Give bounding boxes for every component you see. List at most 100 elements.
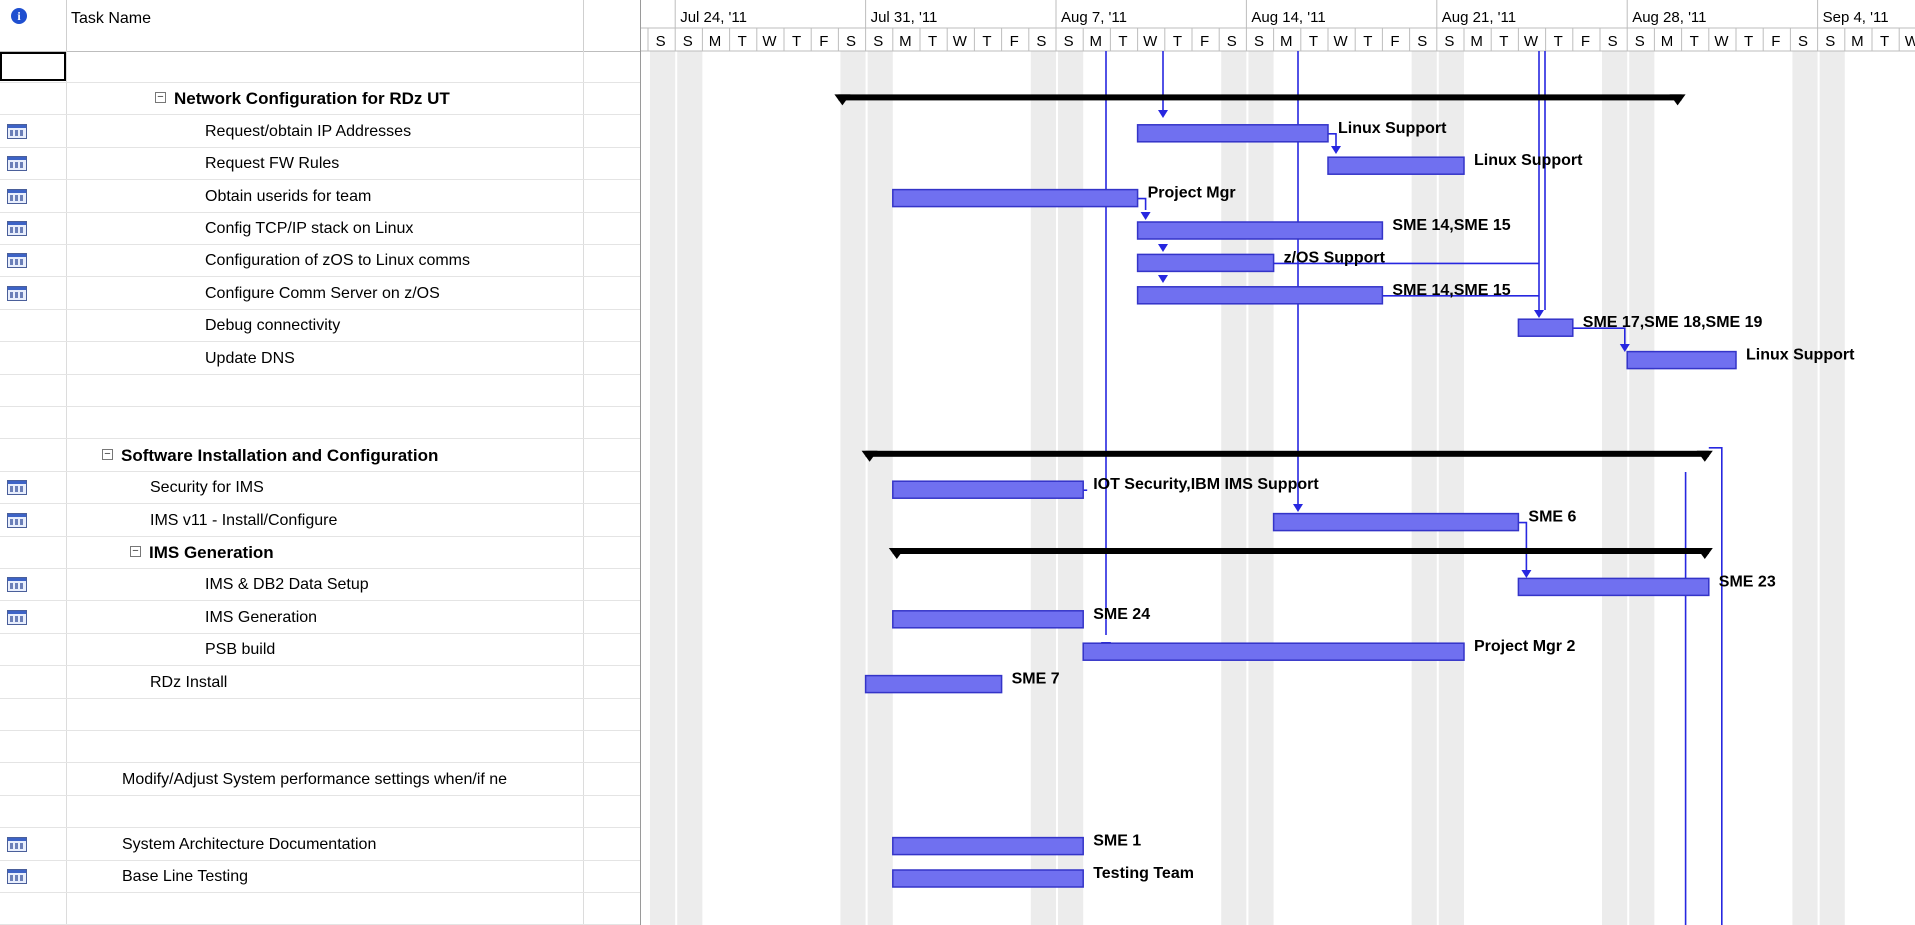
task-row[interactable]: Modify/Adjust System performance setting… xyxy=(0,764,640,796)
task-notes-icon[interactable] xyxy=(7,480,27,496)
task-bar[interactable] xyxy=(1272,512,1520,532)
task-row[interactable]: Request FW Rules xyxy=(0,148,640,181)
task-name[interactable]: Debug connectivity xyxy=(205,317,340,335)
task-notes-icon[interactable] xyxy=(7,188,27,204)
task-bar[interactable] xyxy=(892,610,1084,629)
task-bar[interactable] xyxy=(1136,124,1329,143)
task-row[interactable]: System Architecture Documentation xyxy=(0,829,640,861)
task-name[interactable]: RDz Install xyxy=(150,674,227,692)
resource-label: Project Mgr 2 xyxy=(1474,638,1575,655)
task-notes-icon[interactable] xyxy=(7,869,27,884)
task-notes-icon[interactable] xyxy=(7,123,27,139)
task-notes-icon[interactable] xyxy=(7,221,27,236)
task-bar[interactable] xyxy=(864,674,1003,694)
task-bar[interactable] xyxy=(892,188,1139,208)
indicators-column-header[interactable]: i xyxy=(0,0,67,51)
day-letter: S xyxy=(1254,33,1264,50)
dependency-arrow xyxy=(1158,244,1168,252)
task-row[interactable]: IMS v11 - Install/Configure xyxy=(0,505,640,537)
task-row[interactable] xyxy=(0,375,640,407)
task-row[interactable] xyxy=(0,407,640,440)
selected-cell[interactable] xyxy=(0,52,66,81)
task-row[interactable] xyxy=(0,731,640,764)
task-row[interactable] xyxy=(0,51,640,83)
day-letter: S xyxy=(1608,33,1618,50)
collapse-toggle-icon[interactable]: − xyxy=(155,92,166,104)
task-name[interactable]: IMS & DB2 Data Setup xyxy=(205,576,369,594)
task-name[interactable]: Configuration of zOS to Linux comms xyxy=(205,252,470,270)
task-bar[interactable] xyxy=(1626,350,1737,370)
task-name[interactable]: System Architecture Documentation xyxy=(122,836,376,854)
dependency-arrow xyxy=(1521,570,1532,578)
task-bar[interactable] xyxy=(1517,577,1710,597)
summary-bar[interactable] xyxy=(865,450,1709,457)
task-row[interactable]: − IMS Generation xyxy=(0,537,640,569)
task-row[interactable]: Base Line Testing xyxy=(0,861,640,893)
task-bar[interactable] xyxy=(1136,286,1384,305)
task-notes-icon[interactable] xyxy=(7,609,27,625)
task-notes-icon[interactable] xyxy=(7,253,27,269)
task-row[interactable]: IMS & DB2 Data Setup xyxy=(0,569,640,602)
weekend-shading xyxy=(1819,51,1845,925)
task-name[interactable]: Config TCP/IP stack on Linux xyxy=(205,220,413,238)
task-notes-icon[interactable] xyxy=(7,577,27,593)
task-name[interactable]: Update DNS xyxy=(205,350,295,368)
task-name[interactable]: Modify/Adjust System performance setting… xyxy=(122,771,507,789)
task-name[interactable]: Obtain userids for team xyxy=(205,188,371,206)
task-row[interactable]: PSB build xyxy=(0,634,640,667)
task-row[interactable]: RDz Install xyxy=(0,667,640,699)
task-table: i Task Name − Network Configuration for R… xyxy=(0,0,641,925)
collapse-toggle-icon[interactable]: − xyxy=(102,448,113,460)
task-row[interactable] xyxy=(0,796,640,829)
task-row[interactable]: IMS Generation xyxy=(0,602,640,634)
task-notes-icon[interactable] xyxy=(7,285,27,301)
task-row[interactable] xyxy=(0,699,640,731)
summary-task-name[interactable]: IMS Generation xyxy=(149,543,274,563)
task-name[interactable]: PSB build xyxy=(205,641,275,659)
task-bar[interactable] xyxy=(892,836,1084,856)
task-notes-icon[interactable] xyxy=(7,156,27,172)
task-row[interactable]: Security for IMS xyxy=(0,472,640,505)
task-row[interactable]: Config TCP/IP stack on Linux xyxy=(0,213,640,245)
task-row[interactable]: − Network Configuration for RDz UT xyxy=(0,83,640,116)
task-bar[interactable] xyxy=(1082,642,1465,661)
task-bar[interactable] xyxy=(1327,156,1465,175)
task-row[interactable]: Configure Comm Server on z/OS xyxy=(0,278,640,310)
task-name[interactable]: Security for IMS xyxy=(150,479,264,497)
task-row[interactable]: Obtain userids for team xyxy=(0,181,640,213)
task-name[interactable]: IMS v11 - Install/Configure xyxy=(150,512,337,530)
task-bar[interactable] xyxy=(1136,221,1384,240)
task-row[interactable]: Configuration of zOS to Linux comms xyxy=(0,245,640,278)
day-letter: S xyxy=(846,33,856,50)
day-letter: M xyxy=(1661,33,1674,50)
task-row[interactable]: − Software Installation and Configuration xyxy=(0,440,640,472)
task-row[interactable]: Debug connectivity xyxy=(0,310,640,343)
task-name[interactable]: Request FW Rules xyxy=(205,155,339,173)
weekend-shading xyxy=(1792,51,1818,925)
summary-bar[interactable] xyxy=(892,548,1709,554)
task-name[interactable]: Configure Comm Server on z/OS xyxy=(205,285,440,303)
task-name-column-header[interactable]: Task Name xyxy=(71,10,151,28)
task-name[interactable]: IMS Generation xyxy=(205,609,317,627)
task-name[interactable]: Base Line Testing xyxy=(122,868,248,886)
resource-label: SME 1 xyxy=(1093,833,1141,850)
summary-bar[interactable] xyxy=(838,94,1682,101)
dependency-arrow xyxy=(1293,504,1303,512)
day-letter: M xyxy=(1851,33,1864,50)
task-row[interactable] xyxy=(0,893,640,925)
summary-task-name[interactable]: Network Configuration for RDz UT xyxy=(174,89,450,109)
task-bar[interactable] xyxy=(1517,318,1574,337)
task-row[interactable]: Request/obtain IP Addresses xyxy=(0,116,640,148)
task-bar[interactable] xyxy=(892,480,1084,499)
task-name[interactable]: Request/obtain IP Addresses xyxy=(205,123,411,141)
summary-task-name[interactable]: Software Installation and Configuration xyxy=(121,446,438,466)
day-letter: F xyxy=(1771,33,1780,50)
task-notes-icon[interactable] xyxy=(7,836,27,852)
task-row[interactable]: Update DNS xyxy=(0,343,640,375)
week-label: Aug 14, '11 xyxy=(1251,9,1325,26)
task-notes-icon[interactable] xyxy=(7,512,27,528)
task-bar[interactable] xyxy=(1136,253,1275,273)
collapse-toggle-icon[interactable]: − xyxy=(130,546,141,557)
task-bar[interactable] xyxy=(892,869,1084,888)
week-label: Sep 4, '11 xyxy=(1823,9,1889,26)
